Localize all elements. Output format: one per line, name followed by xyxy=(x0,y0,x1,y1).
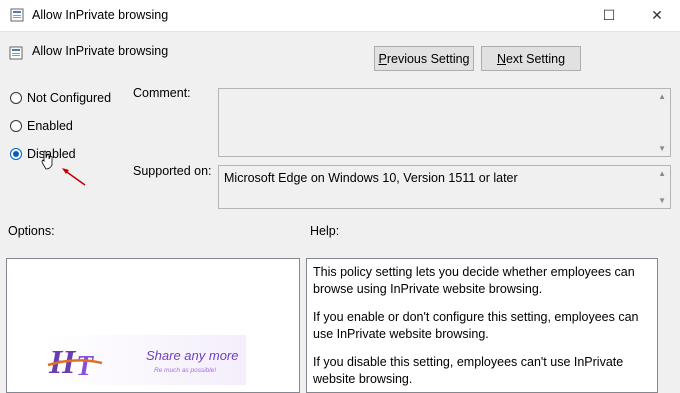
ht-logo-icon: H T xyxy=(47,344,103,382)
next-setting-button[interactable]: Next Setting xyxy=(481,46,581,71)
help-paragraph: If you disable this setting, employees c… xyxy=(313,355,624,386)
radio-circle[interactable] xyxy=(10,120,22,132)
scroll-up-icon[interactable]: ▲ xyxy=(658,169,666,178)
radio-enabled[interactable]: Enabled xyxy=(10,117,73,135)
previous-label: revious Setting xyxy=(386,51,470,66)
window-title: Allow InPrivate browsing xyxy=(32,8,169,22)
comment-textarea[interactable]: ▲ ▼ xyxy=(218,88,671,157)
scroll-down-icon[interactable]: ▼ xyxy=(658,196,666,205)
policy-title: Allow InPrivate browsing xyxy=(32,44,169,58)
maximize-button[interactable]: ☐ xyxy=(586,0,632,31)
radio-label: Not Configured xyxy=(27,91,112,105)
supported-on-field: Microsoft Edge on Windows 10, Version 15… xyxy=(218,165,671,209)
help-label: Help: xyxy=(310,224,340,238)
maximize-icon: ☐ xyxy=(602,7,616,23)
policy-window-icon xyxy=(10,8,24,22)
radio-not-configured[interactable]: Not Configured xyxy=(10,89,111,107)
svg-text:T: T xyxy=(76,351,95,382)
watermark-subline: Re much as possible! xyxy=(154,367,217,374)
radio-circle-selected[interactable] xyxy=(10,148,22,160)
scroll-up-icon[interactable]: ▲ xyxy=(658,92,666,101)
supported-on-label: Supported on: xyxy=(133,164,212,178)
help-panel: This policy setting lets you decide whet… xyxy=(306,258,658,393)
title-bar: Allow InPrivate browsing ☐ ✕ xyxy=(0,0,680,32)
close-button[interactable]: ✕ xyxy=(634,0,680,31)
watermark: H T Share any more Re much as possible! xyxy=(46,335,246,385)
radio-circle[interactable] xyxy=(10,92,22,104)
previous-setting-button[interactable]: Previous Setting xyxy=(374,46,474,71)
hand-cursor-icon xyxy=(41,150,53,170)
supported-on-value: Microsoft Edge on Windows 10, Version 15… xyxy=(224,171,518,185)
scroll-down-icon[interactable]: ▼ xyxy=(658,144,666,153)
help-paragraph: This policy setting lets you decide whet… xyxy=(313,265,635,296)
comment-label: Comment: xyxy=(133,86,191,100)
help-paragraph: If you enable or don't configure this se… xyxy=(313,310,639,341)
policy-setting-icon xyxy=(9,46,23,60)
next-label: ext Setting xyxy=(505,51,566,66)
help-text: This policy setting lets you decide whet… xyxy=(313,264,651,387)
close-icon: ✕ xyxy=(651,7,663,23)
next-accelerator: N xyxy=(496,51,506,66)
previous-accelerator: P xyxy=(378,51,387,66)
options-label: Options: xyxy=(8,224,55,238)
radio-label: Enabled xyxy=(27,119,73,133)
watermark-tagline: Share any more xyxy=(146,348,239,363)
red-arrow-icon xyxy=(62,168,86,186)
annotation-overlay xyxy=(41,150,86,186)
